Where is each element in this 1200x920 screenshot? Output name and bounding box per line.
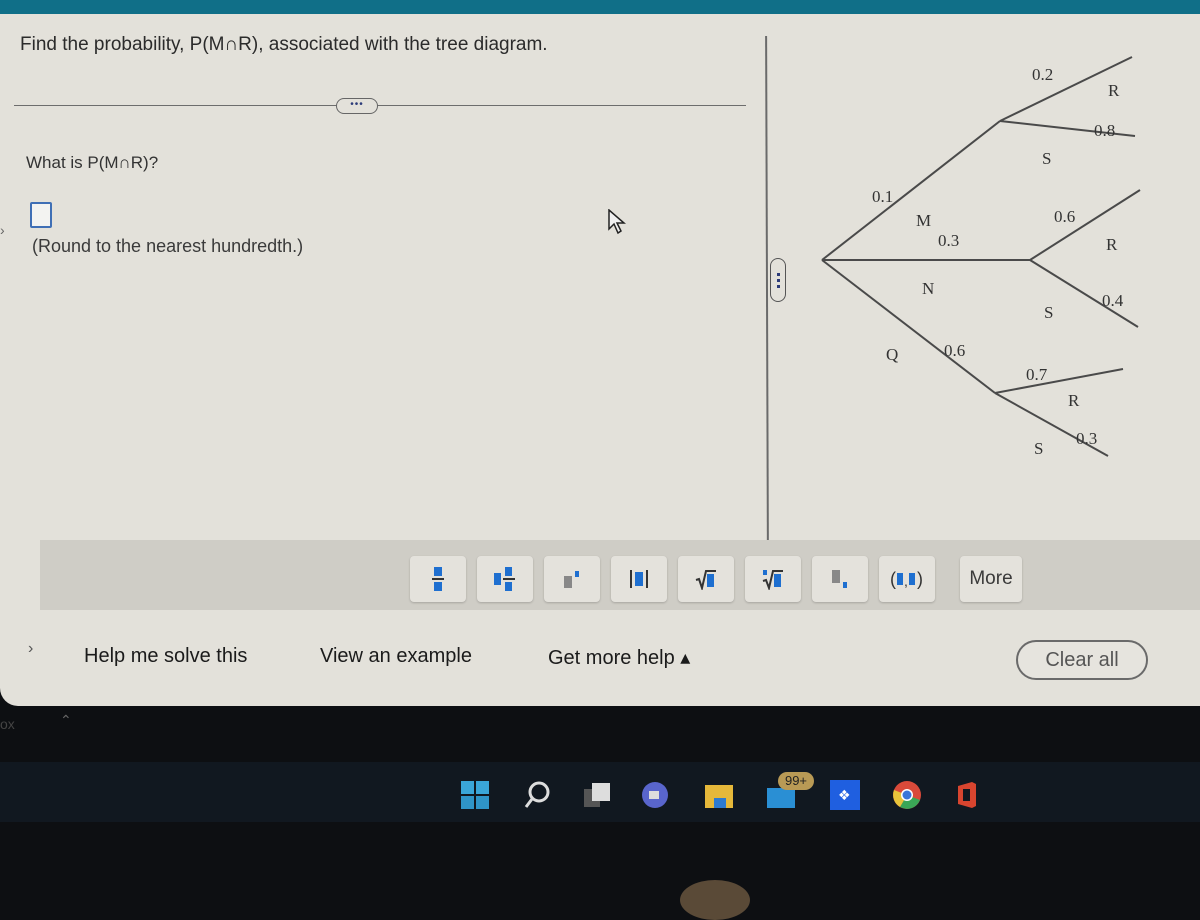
hp-logo-icon	[680, 880, 750, 920]
prob-N-S: 0.4	[1102, 291, 1124, 310]
branch-M	[821, 120, 1001, 261]
get-more-help-link[interactable]: Get more help ▴	[548, 645, 690, 670]
teams-chat-icon[interactable]	[640, 780, 670, 810]
label-M: M	[916, 211, 931, 230]
chrome-icon[interactable]	[892, 780, 922, 810]
divider	[14, 105, 746, 106]
mail-badge: 99+	[778, 772, 814, 790]
label-N-R: R	[1106, 235, 1118, 254]
fraction-icon	[432, 567, 444, 591]
chevron-right-icon: ›	[0, 222, 5, 238]
ordered-pair-icon: (,)	[890, 569, 923, 589]
help-me-solve-link[interactable]: Help me solve this	[84, 645, 247, 668]
square-root-button[interactable]	[678, 556, 734, 602]
svg-text:❖: ❖	[838, 788, 851, 804]
subscript-icon	[832, 570, 847, 588]
office-icon[interactable]	[952, 780, 982, 810]
prob-N-R: 0.6	[1054, 207, 1075, 226]
prob-M: 0.1	[872, 187, 893, 206]
task-view-icon[interactable]	[582, 780, 612, 810]
search-icon[interactable]	[522, 780, 552, 810]
exponent-button[interactable]	[544, 556, 600, 602]
subscript-button[interactable]	[812, 556, 868, 602]
fraction-button[interactable]	[410, 556, 466, 602]
label-M-S: S	[1042, 149, 1051, 168]
question-prompt: Find the probability, P(M∩R), associated…	[20, 34, 548, 55]
prob-M-S: 0.8	[1094, 121, 1115, 140]
file-explorer-icon[interactable]	[704, 780, 734, 810]
absolute-value-button[interactable]	[611, 556, 667, 602]
label-M-R: R	[1108, 81, 1120, 100]
rounding-hint: (Round to the nearest hundredth.)	[32, 236, 304, 256]
svg-text:,: ,	[904, 573, 908, 589]
label-N-S: S	[1044, 303, 1053, 322]
question-ask: What is P(M∩R)?	[26, 153, 159, 172]
dropbox-icon[interactable]: ❖	[830, 780, 860, 810]
nth-root-icon	[762, 570, 783, 590]
ordered-pair-button[interactable]: (,)	[879, 556, 935, 602]
clear-all-button[interactable]: Clear all	[1016, 640, 1148, 680]
more-button[interactable]: More	[960, 556, 1022, 602]
tree-diagram: 0.1 M 0.3 N Q 0.6 0.2 R 0.8 S 0.6 R 0.4 …	[821, 56, 1141, 458]
absolute-value-icon	[630, 570, 648, 588]
question-panel: Find the probability, P(M∩R), associated…	[0, 14, 1200, 706]
pane-resize-handle[interactable]	[770, 258, 786, 302]
browser-top-bar	[0, 0, 1200, 14]
branch-N-R	[1029, 189, 1141, 261]
label-Q-R: R	[1068, 391, 1080, 410]
prob-Q-S: 0.3	[1076, 429, 1097, 448]
exponent-icon	[564, 571, 579, 588]
caret-up-icon: ⌃	[60, 712, 72, 728]
square-root-icon	[695, 570, 716, 590]
label-N: N	[922, 279, 934, 298]
prob-Q: 0.6	[944, 341, 965, 360]
prob-M-R: 0.2	[1032, 65, 1053, 84]
mixed-number-button[interactable]	[477, 556, 533, 602]
pane-divider[interactable]	[765, 35, 769, 551]
svg-text:(: (	[890, 569, 896, 589]
chevron-right-icon: ›	[28, 640, 34, 657]
expand-button[interactable]: •••	[336, 98, 378, 114]
taskbar: 99+ ❖	[0, 762, 1200, 822]
mixed-number-icon	[494, 567, 515, 591]
windows-start-icon[interactable]	[460, 780, 490, 810]
label-Q-S: S	[1034, 439, 1043, 458]
branch-Q-R	[994, 368, 1124, 394]
math-toolbar: (,) More	[40, 540, 1200, 610]
answer-input[interactable]	[30, 202, 52, 228]
branch-Q	[821, 259, 996, 394]
label-Q: Q	[886, 345, 898, 364]
svg-text:): )	[917, 569, 923, 589]
partial-text: ox	[0, 716, 15, 732]
view-example-link[interactable]: View an example	[320, 645, 472, 668]
nth-root-button[interactable]	[745, 556, 801, 602]
prob-Q-R: 0.7	[1026, 365, 1048, 384]
prob-N: 0.3	[938, 231, 959, 250]
mouse-cursor-icon	[608, 209, 626, 235]
